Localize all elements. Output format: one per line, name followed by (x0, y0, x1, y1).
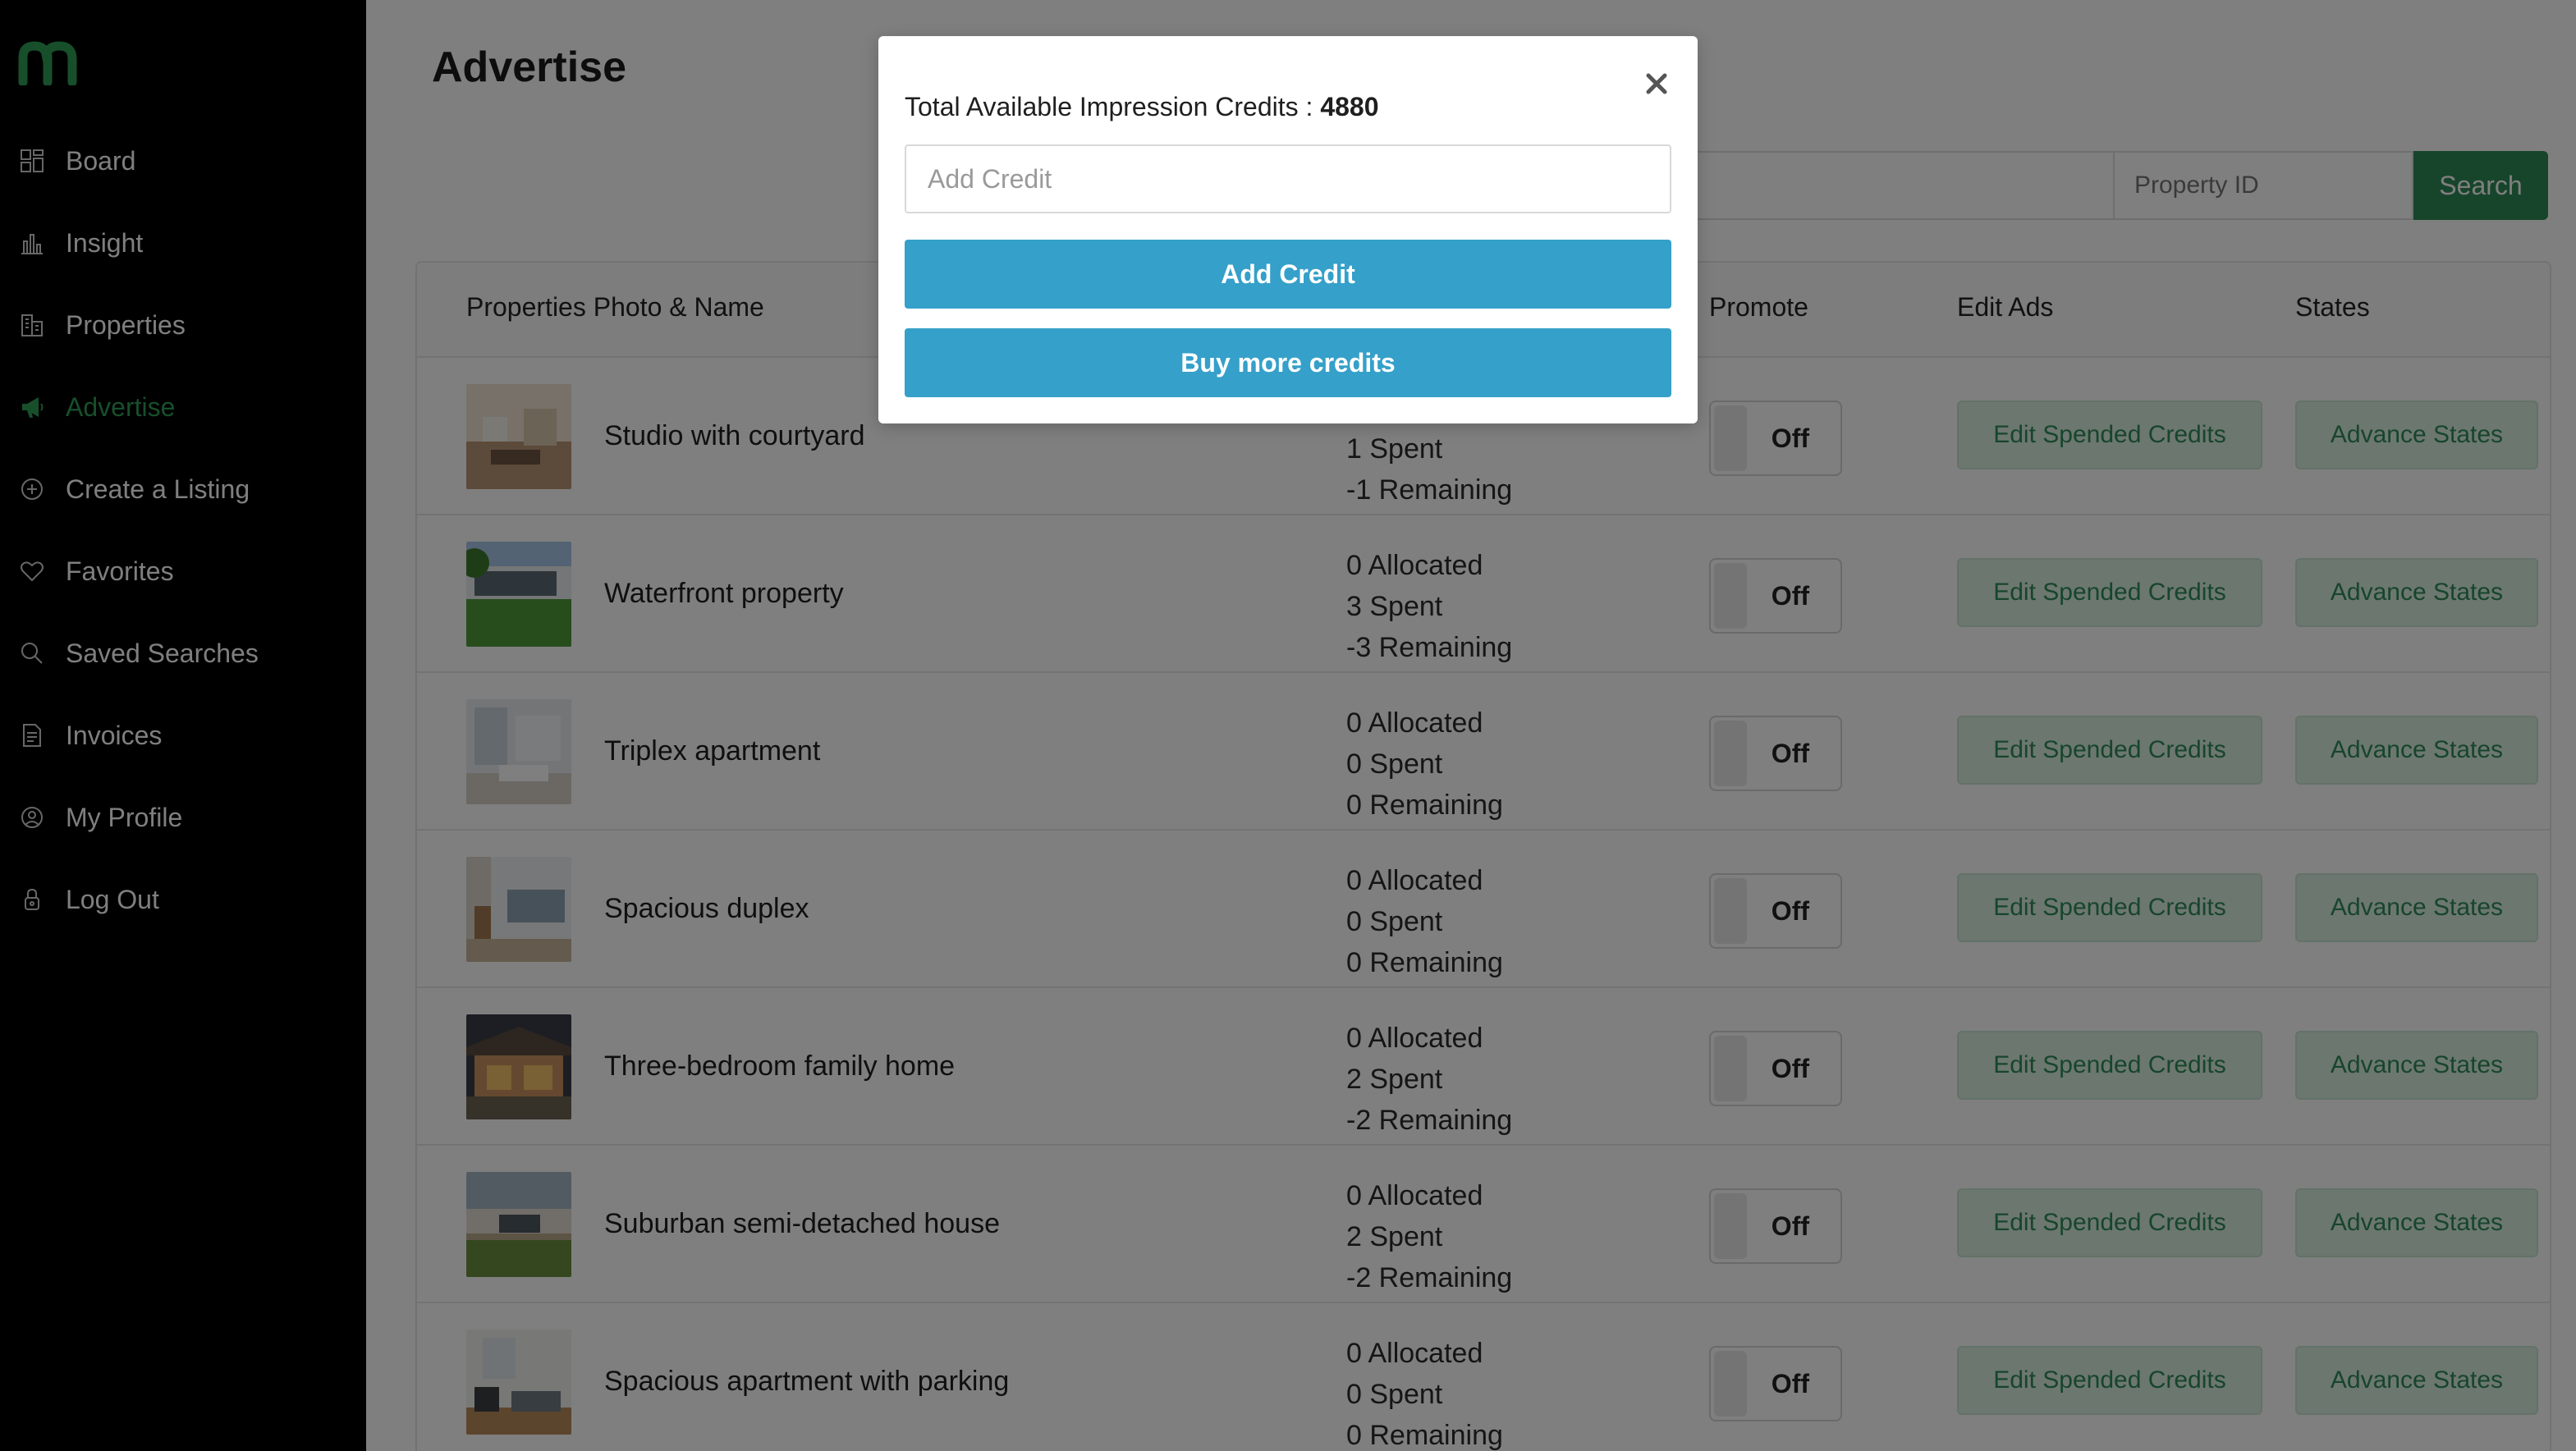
total-credits-prefix: Total Available Impression Credits : (905, 92, 1321, 121)
add-credit-button[interactable]: Add Credit (905, 240, 1671, 309)
close-button[interactable] (1639, 66, 1675, 102)
add-credit-modal: Total Available Impression Credits : 488… (878, 36, 1698, 423)
close-icon (1646, 73, 1667, 94)
add-credit-input[interactable] (905, 144, 1671, 213)
total-credits-label: Total Available Impression Credits : 488… (905, 92, 1379, 122)
buy-more-credits-button[interactable]: Buy more credits (905, 328, 1671, 397)
total-credits-value: 4880 (1320, 92, 1379, 121)
